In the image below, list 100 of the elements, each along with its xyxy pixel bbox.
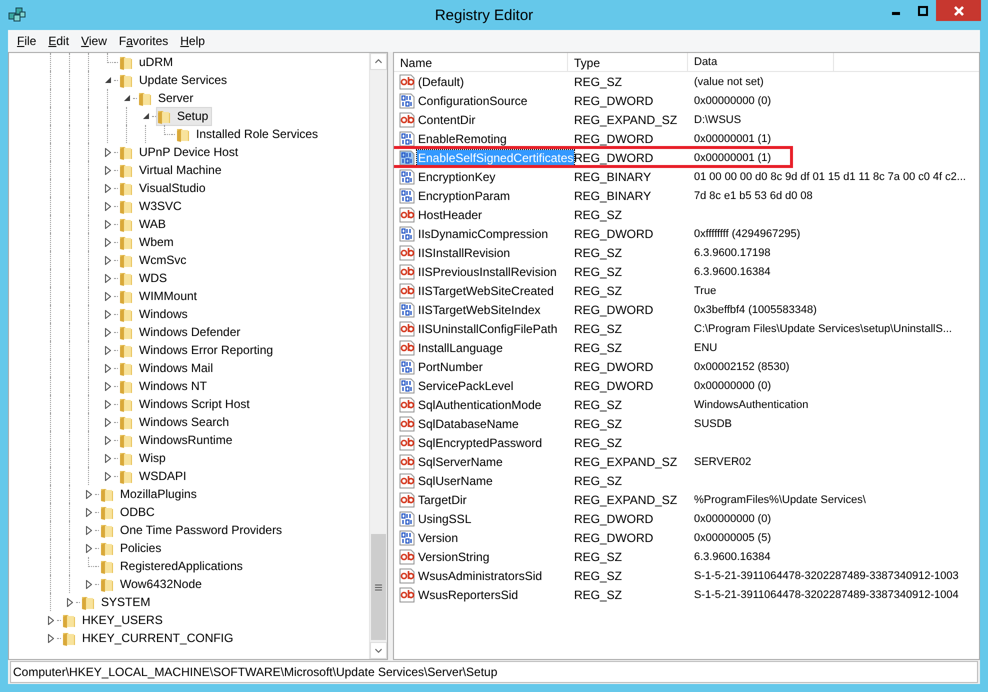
collapsed-arrow-icon[interactable]	[105, 310, 111, 318]
value-name[interactable]: UsingSSL	[417, 510, 472, 526]
tree-node[interactable]: SYSTEM	[80, 592, 154, 612]
tree-node[interactable]: Windows Search	[118, 412, 234, 432]
value-name[interactable]: VersionString	[417, 548, 490, 564]
collapsed-arrow-icon[interactable]	[105, 292, 111, 300]
tree-node[interactable]: WSDAPI	[118, 466, 190, 486]
tree-node[interactable]: Setup	[156, 106, 212, 126]
value-name[interactable]: SqlDatabaseName	[417, 416, 520, 432]
tree-node[interactable]: W3SVC	[118, 196, 186, 216]
scrollbar[interactable]	[369, 53, 387, 659]
collapsed-arrow-icon[interactable]	[105, 346, 111, 354]
collapsed-arrow-icon[interactable]	[105, 418, 111, 426]
value-name[interactable]: (Default)	[417, 74, 466, 90]
tree-node[interactable]: WDS	[118, 268, 171, 288]
value-name[interactable]: InstallLanguage	[417, 340, 504, 356]
value-name[interactable]: IISUninstallConfigFilePath	[417, 320, 558, 336]
collapsed-arrow-icon[interactable]	[67, 598, 73, 606]
tree-node[interactable]: Wbem	[118, 232, 178, 252]
scroll-thumb[interactable]	[371, 534, 386, 640]
tree-node[interactable]: WIMMount	[118, 286, 202, 306]
value-name[interactable]: IIsDynamicCompression	[417, 226, 550, 242]
collapsed-arrow-icon[interactable]	[105, 220, 111, 228]
tree-node[interactable]: One Time Password Providers	[99, 520, 286, 540]
value-name[interactable]: HostHeader	[417, 206, 484, 222]
tree-node[interactable]: Windows NT	[118, 376, 212, 396]
tree-node[interactable]: HKEY_USERS	[61, 610, 167, 630]
column-header[interactable]: Type	[568, 53, 688, 72]
value-name[interactable]: IISInstallRevision	[417, 244, 512, 260]
collapsed-arrow-icon[interactable]	[86, 544, 92, 552]
menu-item[interactable]: Edit	[42, 32, 76, 50]
column-header[interactable]: Data	[688, 53, 834, 72]
expanded-arrow-icon[interactable]	[104, 76, 112, 84]
tree-node[interactable]: UPnP Device Host	[118, 142, 242, 162]
collapsed-arrow-icon[interactable]	[105, 364, 111, 372]
tree-node[interactable]: Server	[137, 88, 198, 108]
collapsed-arrow-icon[interactable]	[86, 490, 92, 498]
tree-node[interactable]: Policies	[99, 538, 166, 558]
value-name[interactable]: WsusAdministratorsSid	[417, 568, 544, 584]
tree-node[interactable]: Installed Role Services	[175, 124, 322, 144]
collapsed-arrow-icon[interactable]	[105, 256, 111, 264]
value-name[interactable]: IISPreviousInstallRevision	[417, 264, 558, 280]
value-name[interactable]: PortNumber	[417, 358, 484, 374]
tree-node[interactable]: Windows Script Host	[118, 394, 254, 414]
tree-node[interactable]: HKEY_CURRENT_CONFIG	[61, 628, 238, 648]
scroll-down-icon[interactable]	[370, 642, 387, 659]
tree-node[interactable]: Wow6432Node	[99, 574, 206, 594]
close-button[interactable]	[936, 0, 981, 21]
tree-node[interactable]: WindowsRuntime	[118, 430, 236, 450]
value-name[interactable]: SqlEncryptedPassword	[417, 434, 544, 450]
column-header[interactable]: Name	[394, 53, 568, 72]
tree-node[interactable]: RegisteredApplications	[99, 556, 247, 576]
value-name[interactable]: IISTargetWebSiteIndex	[417, 302, 542, 318]
tree-node[interactable]: uDRM	[118, 53, 178, 72]
tree-node[interactable]: Windows Error Reporting	[118, 340, 278, 360]
value-name[interactable]: Version	[417, 530, 460, 546]
collapsed-arrow-icon[interactable]	[86, 526, 92, 534]
value-name[interactable]: WsusReportersSid	[417, 586, 520, 602]
collapsed-arrow-icon[interactable]	[105, 238, 111, 246]
tree-node[interactable]: Virtual Machine	[118, 160, 226, 180]
tree-node[interactable]: ODBC	[99, 502, 159, 522]
tree-node[interactable]: Windows	[118, 304, 192, 324]
collapsed-arrow-icon[interactable]	[105, 436, 111, 444]
menu-item[interactable]: Help	[174, 32, 211, 50]
value-name[interactable]: SqlAuthenticationMode	[417, 396, 542, 412]
tree-node[interactable]: Update Services	[118, 70, 232, 90]
tree-node[interactable]: MozillaPlugins	[99, 484, 201, 504]
value-name[interactable]: ContentDir	[417, 112, 476, 128]
expanded-arrow-icon[interactable]	[142, 112, 150, 120]
value-name[interactable]: EncryptionParam	[417, 188, 512, 204]
value-name[interactable]: IISTargetWebSiteCreated	[417, 282, 555, 298]
collapsed-arrow-icon[interactable]	[86, 508, 92, 516]
tree-node[interactable]: Windows Defender	[118, 322, 244, 342]
value-name[interactable]: ServicePackLevel	[417, 378, 514, 394]
tree-node[interactable]: WAB	[118, 214, 170, 234]
collapsed-arrow-icon[interactable]	[86, 580, 92, 588]
menu-item[interactable]: Favorites	[112, 32, 174, 50]
collapsed-arrow-icon[interactable]	[48, 634, 54, 642]
expanded-arrow-icon[interactable]	[124, 94, 130, 102]
tree-node[interactable]: VisualStudio	[118, 178, 210, 198]
menu-item[interactable]: View	[75, 32, 113, 50]
value-name[interactable]: ConfigurationSource	[417, 92, 528, 108]
collapsed-arrow-icon[interactable]	[105, 400, 111, 408]
value-name[interactable]: EncryptionKey	[417, 168, 496, 184]
menu-item[interactable]: File	[11, 32, 42, 50]
collapsed-arrow-icon[interactable]	[105, 382, 111, 390]
collapsed-arrow-icon[interactable]	[105, 184, 111, 192]
value-name[interactable]: SqlServerName	[417, 454, 504, 470]
tree-node[interactable]: Windows Mail	[118, 358, 218, 378]
value-name[interactable]: TargetDir	[417, 492, 468, 508]
collapsed-arrow-icon[interactable]	[48, 616, 54, 624]
collapsed-arrow-icon[interactable]	[105, 454, 111, 462]
collapsed-arrow-icon[interactable]	[105, 148, 111, 156]
collapsed-arrow-icon[interactable]	[105, 328, 111, 336]
collapsed-arrow-icon[interactable]	[105, 166, 111, 174]
collapsed-arrow-icon[interactable]	[105, 274, 111, 282]
value-name[interactable]: EnableRemoting	[417, 130, 508, 146]
tree-node[interactable]: Wisp	[118, 448, 170, 468]
collapsed-arrow-icon[interactable]	[105, 472, 111, 480]
scroll-up-icon[interactable]	[370, 53, 387, 70]
